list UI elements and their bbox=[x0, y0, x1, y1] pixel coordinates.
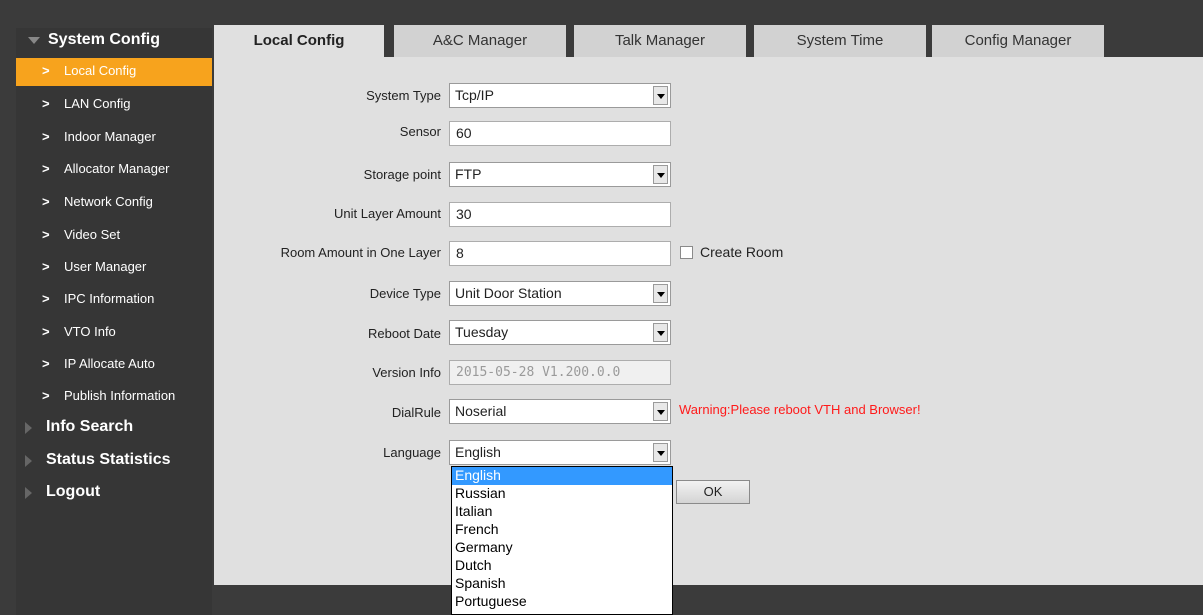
tab-ac-manager[interactable]: A&C Manager bbox=[394, 25, 566, 57]
chevron-right-icon: > bbox=[42, 63, 50, 78]
sidebar-category-logout[interactable]: Logout bbox=[16, 479, 212, 507]
sidebar: System Config > Local Config > LAN Confi… bbox=[16, 28, 212, 615]
sidebar-category-status-statistics[interactable]: Status Statistics bbox=[16, 447, 212, 475]
storage-point-select[interactable]: FTP bbox=[449, 162, 671, 187]
sensor-label: Sensor bbox=[399, 124, 441, 139]
language-label: Language bbox=[383, 445, 441, 460]
sidebar-item-label: IPC Information bbox=[64, 291, 155, 306]
chevron-right-icon: > bbox=[42, 324, 50, 339]
reboot-date-label: Reboot Date bbox=[368, 326, 441, 341]
tab-bar: Local Config A&C Manager Talk Manager Sy… bbox=[214, 25, 1203, 57]
chevron-right-icon: > bbox=[42, 259, 50, 274]
reboot-date-value: Tuesday bbox=[455, 324, 509, 340]
dial-rule-value: Noserial bbox=[455, 403, 507, 419]
language-option[interactable]: Germany bbox=[452, 539, 672, 557]
reboot-date-select[interactable]: Tuesday bbox=[449, 320, 671, 345]
sidebar-item-allocator-manager[interactable]: > Allocator Manager bbox=[16, 155, 212, 185]
language-value: English bbox=[455, 444, 501, 460]
chevron-right-icon: > bbox=[42, 129, 50, 144]
sidebar-category-info-search[interactable]: Info Search bbox=[16, 414, 212, 442]
dropdown-arrow-icon[interactable] bbox=[653, 165, 668, 184]
dropdown-arrow-icon[interactable] bbox=[653, 323, 668, 342]
sidebar-section-label: System Config bbox=[48, 31, 161, 48]
sidebar-item-lan-config[interactable]: > LAN Config bbox=[16, 90, 212, 120]
sidebar-item-label: Local Config bbox=[64, 63, 137, 78]
caret-right-icon bbox=[25, 487, 32, 499]
sidebar-item-vto-info[interactable]: > VTO Info bbox=[16, 318, 212, 348]
sidebar-item-label: Indoor Manager bbox=[64, 129, 156, 144]
unit-layer-amount-input[interactable]: 30 bbox=[449, 202, 671, 227]
system-type-value: Tcp/IP bbox=[455, 87, 494, 103]
sidebar-item-label: Publish Information bbox=[64, 388, 176, 403]
language-select[interactable]: English bbox=[449, 440, 671, 465]
caret-right-icon bbox=[25, 422, 32, 434]
tab-system-time[interactable]: System Time bbox=[754, 25, 926, 57]
sidebar-category-label: Info Search bbox=[46, 418, 134, 435]
sidebar-item-ip-allocate-auto[interactable]: > IP Allocate Auto bbox=[16, 350, 212, 380]
storage-point-value: FTP bbox=[455, 166, 482, 182]
sidebar-item-label: IP Allocate Auto bbox=[64, 356, 155, 371]
sidebar-item-indoor-manager[interactable]: > Indoor Manager bbox=[16, 123, 212, 153]
dropdown-arrow-icon[interactable] bbox=[653, 402, 668, 421]
sidebar-item-label: Video Set bbox=[64, 227, 121, 242]
device-type-select[interactable]: Unit Door Station bbox=[449, 281, 671, 306]
sidebar-item-video-set[interactable]: > Video Set bbox=[16, 221, 212, 251]
ok-button[interactable]: OK bbox=[676, 480, 750, 504]
sidebar-item-label: LAN Config bbox=[64, 96, 131, 111]
language-dropdown-list: English Russian Italian French Germany D… bbox=[451, 466, 673, 615]
sidebar-item-label: VTO Info bbox=[64, 324, 116, 339]
dropdown-arrow-icon[interactable] bbox=[653, 86, 668, 105]
tab-local-config[interactable]: Local Config bbox=[214, 25, 384, 57]
room-amount-input[interactable]: 8 bbox=[449, 241, 671, 266]
create-room-label: Create Room bbox=[700, 244, 784, 260]
chevron-right-icon: > bbox=[42, 194, 50, 209]
sidebar-category-label: Logout bbox=[46, 483, 101, 500]
dropdown-arrow-icon[interactable] bbox=[653, 284, 668, 303]
language-option[interactable]: English bbox=[452, 467, 672, 485]
dial-rule-select[interactable]: Noserial bbox=[449, 399, 671, 424]
language-option[interactable]: Portuguese bbox=[452, 593, 672, 611]
language-option[interactable]: Dutch bbox=[452, 557, 672, 575]
create-room-checkbox[interactable] bbox=[680, 246, 693, 259]
language-option[interactable]: French bbox=[452, 521, 672, 539]
sidebar-item-label: Allocator Manager bbox=[64, 161, 170, 176]
dial-rule-label: DialRule bbox=[391, 405, 441, 420]
sidebar-item-ipc-information[interactable]: > IPC Information bbox=[16, 285, 212, 315]
sidebar-item-local-config[interactable]: > Local Config bbox=[16, 58, 212, 86]
sidebar-item-label: User Manager bbox=[64, 259, 147, 274]
chevron-right-icon: > bbox=[42, 161, 50, 176]
chevron-right-icon: > bbox=[42, 291, 50, 306]
device-type-label: Device Type bbox=[369, 286, 441, 301]
language-option[interactable]: Russian bbox=[452, 485, 672, 503]
dropdown-arrow-icon[interactable] bbox=[653, 443, 668, 462]
tab-talk-manager[interactable]: Talk Manager bbox=[574, 25, 746, 57]
system-type-label: System Type bbox=[366, 88, 441, 103]
chevron-right-icon: > bbox=[42, 96, 50, 111]
unit-layer-amount-label: Unit Layer Amount bbox=[334, 206, 441, 221]
caret-right-icon bbox=[25, 455, 32, 467]
sidebar-item-network-config[interactable]: > Network Config bbox=[16, 188, 212, 218]
system-type-select[interactable]: Tcp/IP bbox=[449, 83, 671, 108]
version-info-label: Version Info bbox=[372, 365, 441, 380]
room-amount-label: Room Amount in One Layer bbox=[280, 245, 441, 260]
sidebar-section-system-config[interactable]: System Config bbox=[16, 28, 212, 52]
device-type-value: Unit Door Station bbox=[455, 285, 562, 301]
language-option[interactable]: Spanish bbox=[452, 575, 672, 593]
chevron-right-icon: > bbox=[42, 388, 50, 403]
sidebar-category-label: Status Statistics bbox=[46, 451, 171, 468]
main-panel: Local Config A&C Manager Talk Manager Sy… bbox=[214, 25, 1203, 585]
reboot-warning: Warning:Please reboot VTH and Browser! bbox=[679, 402, 921, 417]
tab-config-manager[interactable]: Config Manager bbox=[932, 25, 1104, 57]
sensor-input[interactable]: 60 bbox=[449, 121, 671, 146]
chevron-right-icon: > bbox=[42, 356, 50, 371]
chevron-right-icon: > bbox=[42, 227, 50, 242]
version-info-field: 2015-05-28 V1.200.0.0 bbox=[449, 360, 671, 385]
caret-down-icon bbox=[28, 37, 40, 44]
storage-point-label: Storage point bbox=[363, 167, 441, 182]
language-option[interactable]: Italian bbox=[452, 503, 672, 521]
sidebar-item-publish-information[interactable]: > Publish Information bbox=[16, 382, 212, 412]
sidebar-item-user-manager[interactable]: > User Manager bbox=[16, 253, 212, 283]
sidebar-item-label: Network Config bbox=[64, 194, 153, 209]
